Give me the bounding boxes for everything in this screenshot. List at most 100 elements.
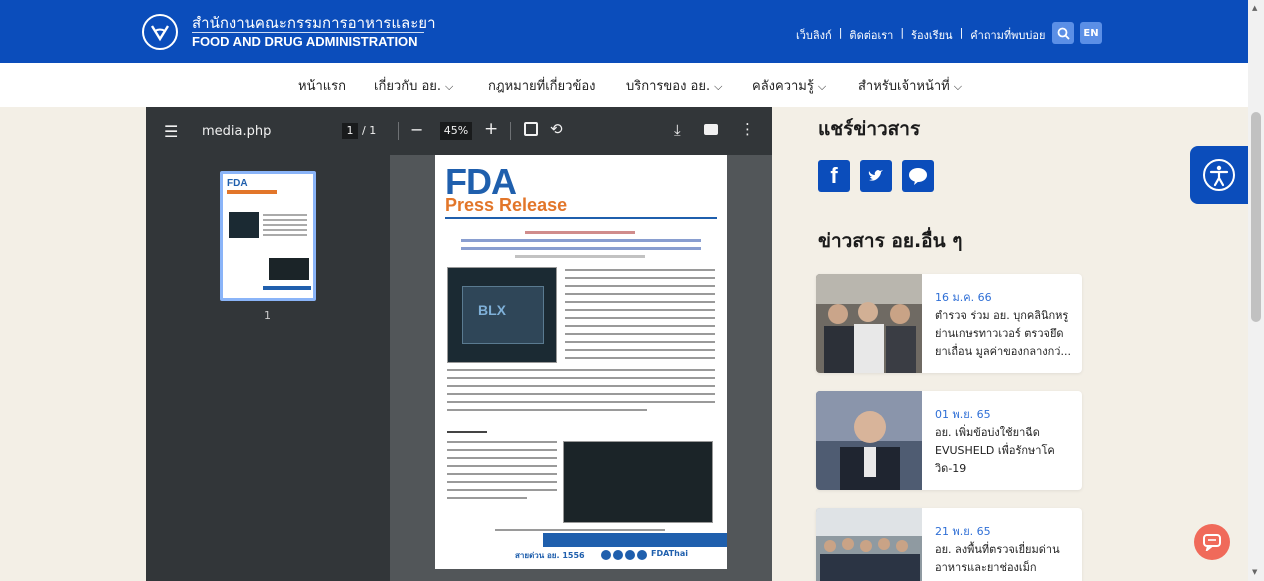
news-thumbnail	[816, 391, 922, 490]
top-link-contact[interactable]: ติดต่อเรา	[849, 26, 893, 44]
zoom-in-button[interactable]: +	[484, 119, 498, 139]
nav-label: เกี่ยวกับ อย.	[374, 79, 442, 94]
more-options-icon[interactable]: ⋮	[740, 120, 755, 138]
page-total: / 1	[362, 124, 377, 137]
twitter-icon	[868, 170, 883, 181]
top-links: เว็บลิงก์ | ติดต่อเรา | ร้องเรียน | คำถามที…	[796, 26, 1045, 44]
news-date: 21 พ.ย. 65	[935, 525, 991, 538]
text-line	[565, 317, 715, 319]
social-handle: FDAThai	[651, 549, 688, 558]
text-line	[565, 333, 715, 335]
scroll-down-arrow[interactable]: ▼	[1252, 568, 1257, 576]
pdf-viewer[interactable]: ☰ media.php 1 / 1 − 45% + ⟲ ⤓ ⋮ FDA 1 FD…	[146, 107, 772, 581]
news-card[interactable]: 01 พ.ย. 65 อย. เพิ่มข้อบ่งใช้ยาฉีด EVUSH…	[816, 391, 1082, 490]
nav-item-home[interactable]: หน้าแรก	[298, 75, 346, 96]
news-card[interactable]: 21 พ.ย. 65 อย. ลงพื้นที่ตรวจเยี่ยมด่าน อ…	[816, 508, 1082, 581]
share-title: แชร์ข่าวสาร	[818, 118, 921, 140]
nav-item-about[interactable]: เกี่ยวกับ อย. ⌵	[374, 75, 453, 96]
headline-line	[461, 247, 701, 250]
page-thumbnail[interactable]: FDA	[220, 171, 316, 301]
fit-page-icon[interactable]	[524, 122, 538, 136]
site-header: สำนักงานคณะกรรมการอาหารและยา FOOD AND DR…	[0, 0, 1248, 63]
press-release-title: Press Release	[445, 195, 568, 215]
line-icon	[909, 168, 927, 185]
chevron-down-icon: ⌵	[714, 80, 723, 93]
text-line	[447, 431, 487, 433]
rotate-icon[interactable]: ⟲	[550, 120, 563, 138]
scroll-thumb[interactable]	[1251, 112, 1261, 322]
text-line	[565, 285, 715, 287]
headline-line	[461, 239, 701, 242]
thumb-product-image	[229, 212, 259, 238]
text-line	[565, 309, 715, 311]
site-title-english[interactable]: FOOD AND DRUG ADMINISTRATION	[192, 34, 418, 49]
text-line	[447, 393, 715, 395]
nav-item-law[interactable]: กฎหมายที่เกี่ยวข้อง	[488, 75, 596, 96]
nav-item-services[interactable]: บริการของ อย. ⌵	[626, 75, 722, 96]
text-line	[447, 465, 557, 467]
nav-label: กฎหมายที่เกี่ยวข้อง	[488, 79, 596, 94]
chevron-down-icon: ⌵	[445, 80, 454, 93]
thumb-footer-bar	[263, 286, 311, 290]
logo-divider	[192, 32, 424, 33]
news-date: 16 ม.ค. 66	[935, 291, 992, 304]
text-line	[447, 385, 715, 387]
facebook-icon: f	[830, 163, 838, 188]
youtube-icon	[625, 550, 635, 560]
thumb-product-image-2	[269, 258, 309, 280]
text-line	[447, 481, 557, 483]
divider: |	[900, 26, 905, 39]
nav-label: บริการของ อย.	[626, 79, 711, 94]
fda-logo-icon[interactable]	[142, 14, 178, 50]
nav-label: สำหรับเจ้าหน้าที่	[858, 79, 950, 94]
language-button[interactable]: EN	[1080, 22, 1102, 44]
text-line	[565, 293, 715, 295]
headline-line	[525, 231, 635, 234]
chat-button[interactable]	[1194, 524, 1230, 560]
thumb-title-bar	[227, 190, 277, 194]
page-scrollbar[interactable]: ▲ ▼	[1248, 0, 1264, 581]
download-icon[interactable]: ⤓	[674, 121, 681, 139]
top-link-faq[interactable]: คำถามที่พบบ่อย	[970, 26, 1045, 44]
accessibility-button[interactable]	[1190, 146, 1248, 204]
title-underline	[445, 217, 717, 219]
news-headline: อย. เพิ่มข้อบ่งใช้ยาฉีด EVUSHELD เพื่อรั…	[935, 426, 1055, 475]
headline-line	[515, 255, 645, 258]
news-section-title: ข่าวสาร อย.อื่น ๆ	[818, 230, 963, 252]
text-line	[565, 325, 715, 327]
toolbar-divider	[510, 122, 511, 140]
product-image-2	[563, 441, 713, 523]
top-link-weblink[interactable]: เว็บลิงก์	[796, 26, 832, 44]
pdf-toolbar: ☰ media.php 1 / 1 − 45% + ⟲ ⤓ ⋮	[146, 107, 772, 155]
hotline-text: สายด่วน อย. 1556	[515, 551, 585, 560]
main-nav: หน้าแรก เกี่ยวกับ อย. ⌵ กฎหมายที่เกี่ยวข้…	[0, 63, 1248, 107]
nav-label: หน้าแรก	[298, 79, 346, 94]
news-card[interactable]: 16 ม.ค. 66 ตำรวจ ร่วม อย. บุกคลินิกหรู ย…	[816, 274, 1082, 373]
twitter-share-button[interactable]	[860, 160, 892, 192]
print-icon[interactable]	[704, 124, 718, 135]
line-icon	[613, 550, 623, 560]
text-line	[565, 277, 715, 279]
text-line	[565, 301, 715, 303]
zoom-out-button[interactable]: −	[410, 120, 423, 139]
top-link-complaint[interactable]: ร้องเรียน	[911, 26, 953, 44]
menu-icon[interactable]: ☰	[164, 122, 178, 141]
nav-item-knowledge[interactable]: คลังความรู้ ⌵	[752, 75, 826, 96]
zoom-input[interactable]: 45%	[440, 122, 472, 140]
scroll-up-arrow[interactable]: ▲	[1252, 4, 1257, 12]
line-share-button[interactable]	[902, 160, 934, 192]
nav-item-staff[interactable]: สำหรับเจ้าหน้าที่ ⌵	[858, 75, 962, 96]
thumbnail-sidebar: FDA 1	[146, 155, 390, 581]
text-line	[447, 497, 527, 499]
text-line	[447, 457, 557, 459]
facebook-share-button[interactable]: f	[818, 160, 850, 192]
text-line	[447, 449, 557, 451]
page-number-input[interactable]: 1	[342, 123, 358, 139]
thumbnail-page-number: 1	[264, 309, 271, 322]
product-image: BLX	[447, 267, 557, 363]
nav-label: คลังความรู้	[752, 79, 814, 94]
search-button[interactable]	[1052, 22, 1074, 44]
text-line	[565, 341, 715, 343]
chat-icon	[1203, 534, 1221, 551]
text-line	[565, 349, 715, 351]
